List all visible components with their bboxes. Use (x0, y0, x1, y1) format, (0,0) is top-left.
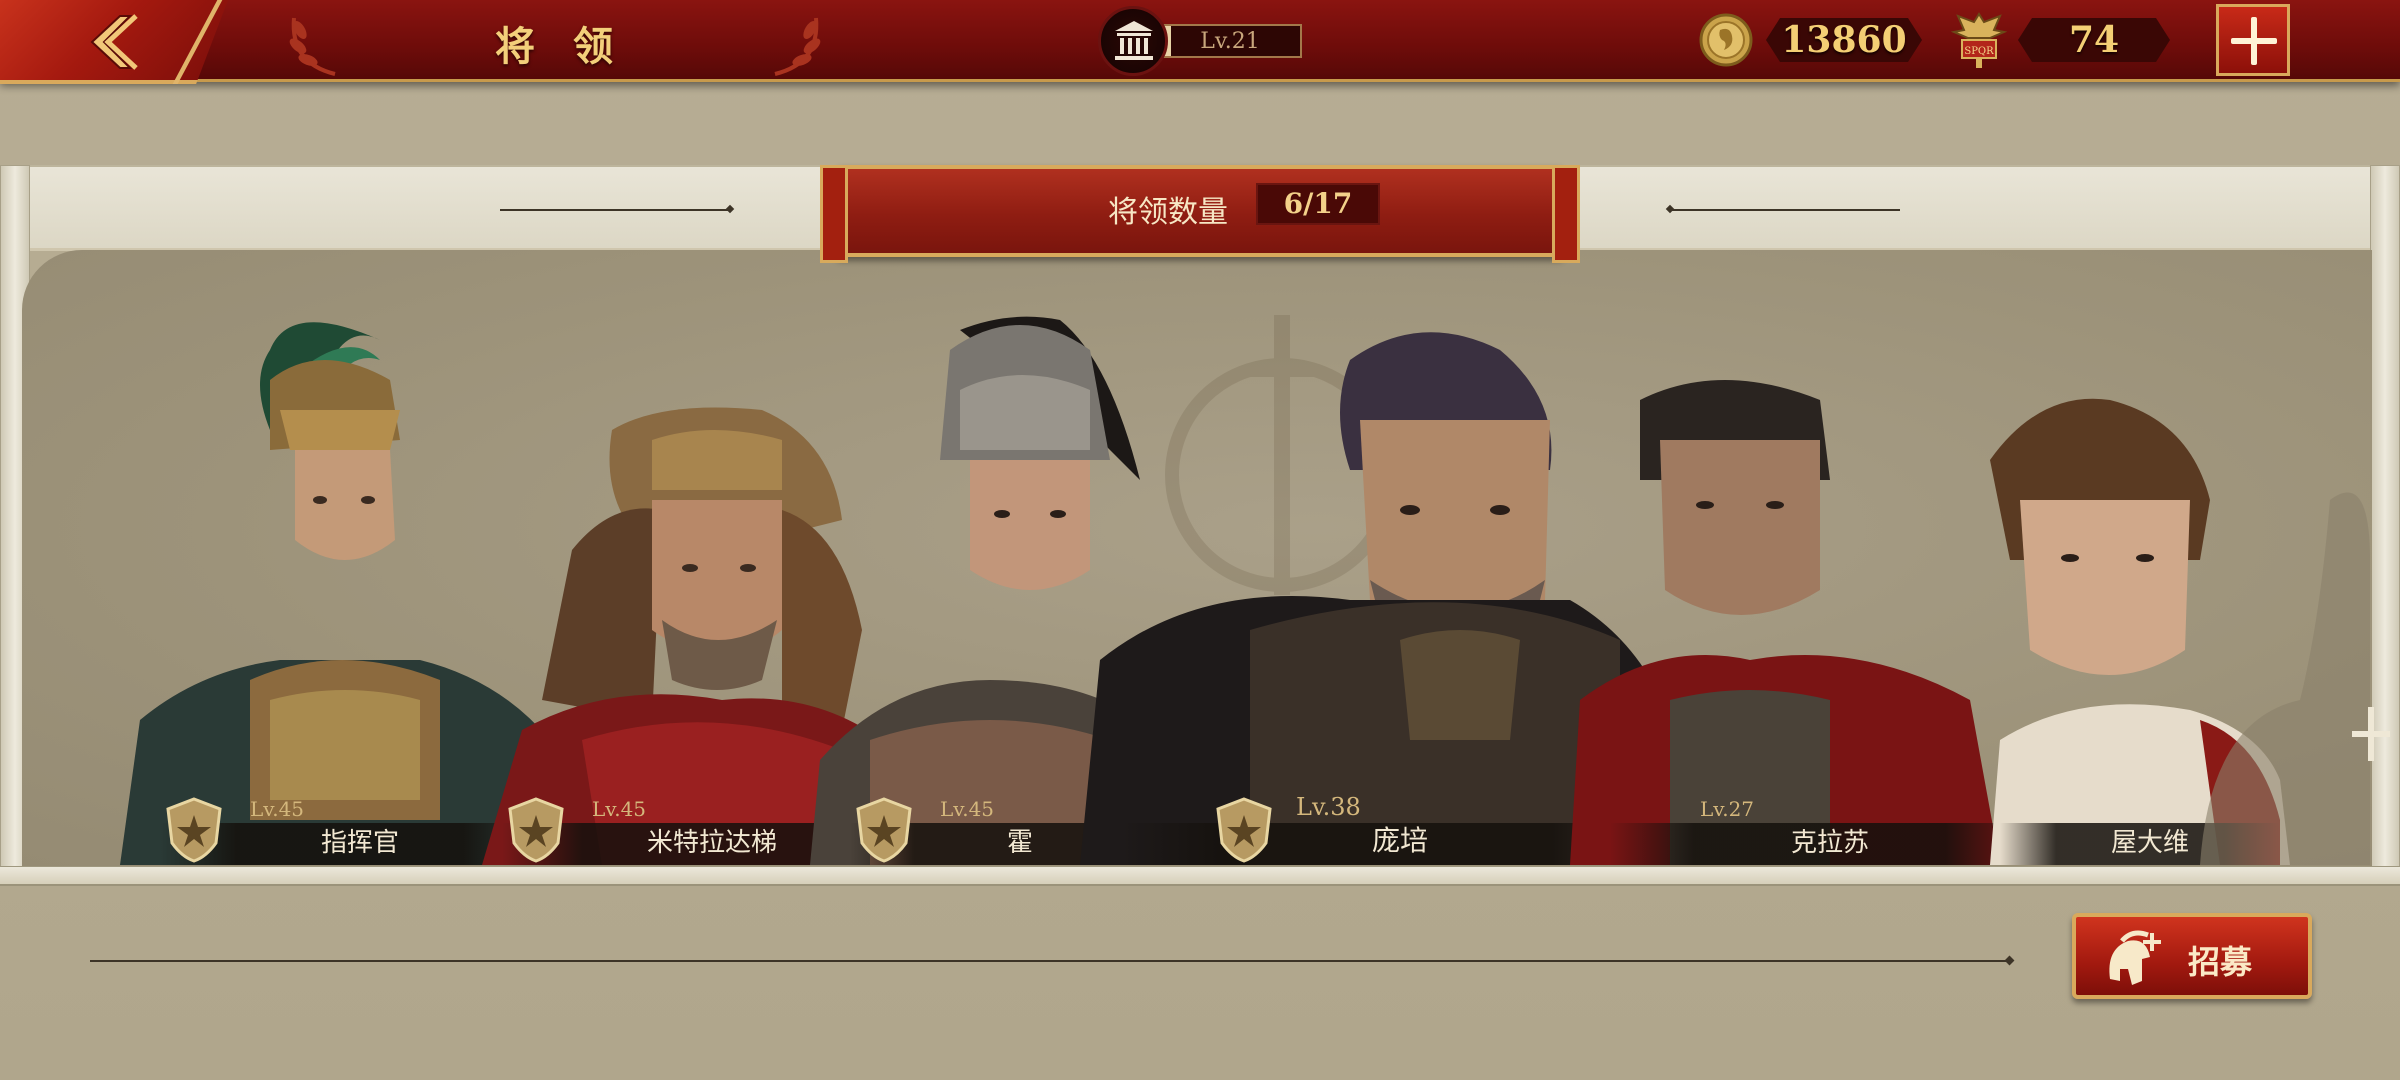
recruit-button[interactable]: 招募 (2072, 913, 2312, 999)
footer-divider (90, 960, 2010, 962)
general-count-value: 6/17 (1256, 183, 1380, 225)
add-general-slot[interactable] (2200, 440, 2390, 865)
general-level: Lv.45 (592, 797, 647, 821)
helmet-plus-icon (2109, 930, 2161, 985)
title-area: 将 领 (280, 0, 840, 80)
plus-icon (2352, 707, 2390, 761)
general-level: Lv.45 (250, 797, 305, 821)
page-title: 将 领 (495, 23, 625, 70)
back-button[interactable] (0, 0, 228, 84)
gold-coin-icon (1699, 13, 1753, 67)
divider-line (1670, 209, 1900, 211)
temple-icon (1115, 21, 1153, 60)
city-level-bar: Lv.21 (1160, 24, 1302, 58)
pillar-right (2370, 165, 2400, 875)
general-count-label: 将领数量 (1108, 195, 1228, 230)
city-level-text: Lv.21 (1200, 29, 1260, 54)
locked-silhouette-icon (2200, 492, 2370, 865)
token-amount: 74 (2018, 18, 2170, 62)
add-currency-button[interactable] (2216, 4, 2290, 76)
general-count-banner: 将领数量 6/17 (820, 165, 1580, 263)
spqr-eagle-icon: SPQR (1950, 12, 2008, 68)
back-chevron-icon (90, 14, 138, 70)
gold-amount: 13860 (1766, 18, 1922, 62)
general-level: Lv.45 (940, 797, 995, 821)
panel-frame-bottom (0, 866, 2400, 886)
recruit-label: 招募 (2188, 943, 2253, 981)
general-level: Lv.27 (1700, 797, 1755, 821)
general-level: Lv.38 (1296, 793, 1361, 821)
top-bar: 将 领 Lv.21 13860 SPQR 74 (0, 0, 2400, 84)
laurel-right-icon (774, 17, 821, 76)
svg-text:SPQR: SPQR (1964, 46, 1994, 57)
divider-line (500, 209, 730, 211)
city-badge[interactable] (1098, 6, 1168, 76)
